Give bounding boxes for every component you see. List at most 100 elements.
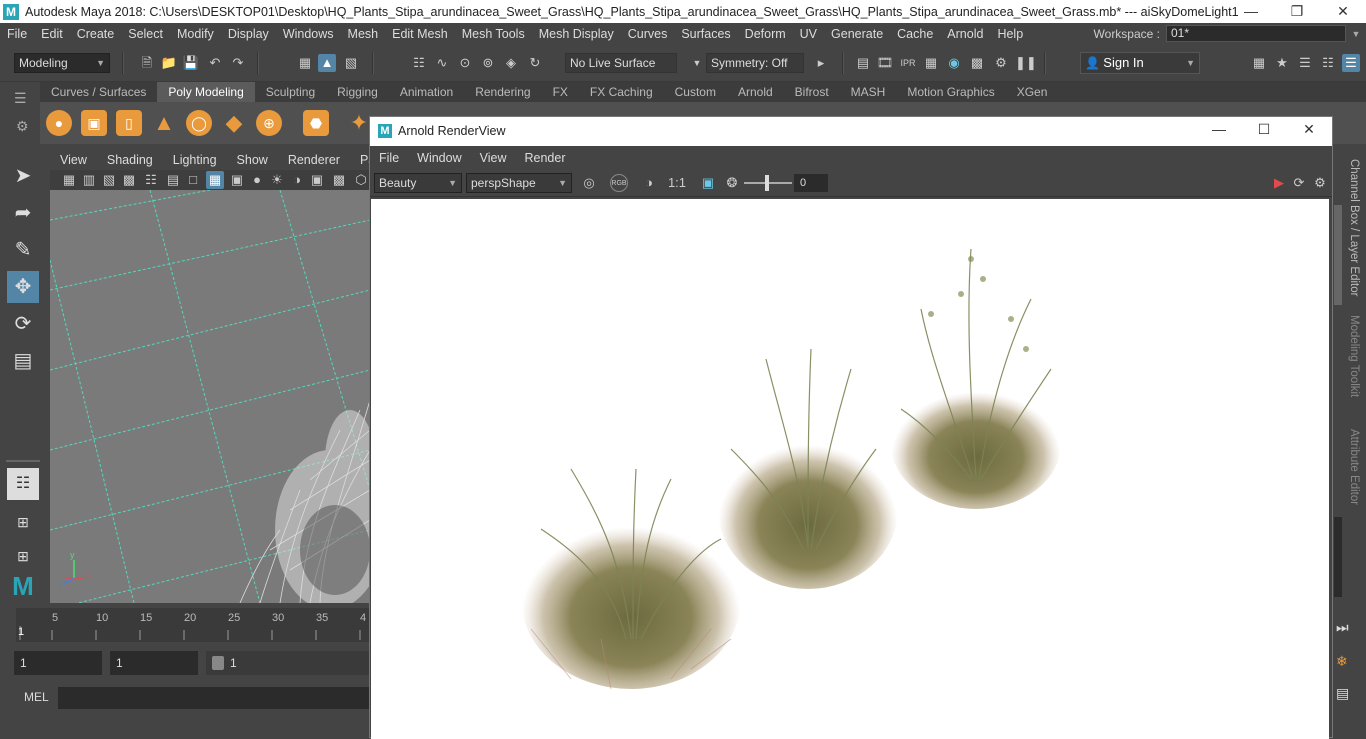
viewport-menu-lighting[interactable]: Lighting <box>163 150 227 170</box>
exposure-slider-handle[interactable] <box>765 175 769 191</box>
menu-mesh-tools[interactable]: Mesh Tools <box>455 27 532 41</box>
playback-start-field[interactable]: 1 <box>110 651 198 675</box>
image-plane-icon[interactable]: ▩ <box>120 171 138 189</box>
grid-toggle-icon[interactable]: ☷ <box>142 171 160 189</box>
menu-cache[interactable]: Cache <box>890 27 940 41</box>
go-to-end-icon[interactable]: ⏭ <box>1336 619 1349 636</box>
shadows-icon[interactable]: ◑ <box>288 171 306 189</box>
chevron-right-icon[interactable]: ▸ <box>812 54 830 72</box>
rgb-channel-icon[interactable]: RGB <box>610 174 628 192</box>
tab-arnold[interactable]: Arnold <box>727 82 784 102</box>
workspace-chevron-icon[interactable]: ▼ <box>1346 29 1366 39</box>
modeling-toolkit-icon[interactable]: ▦ <box>1250 54 1268 72</box>
poly-platonic-icon[interactable]: ⬣ <box>303 110 329 136</box>
tab-sculpting[interactable]: Sculpting <box>255 82 326 102</box>
auto-key-icon[interactable]: ❄ <box>1336 653 1348 670</box>
poly-torus-icon[interactable]: ◯ <box>186 110 212 136</box>
shelf-menu-icon[interactable]: ☰ <box>14 90 27 107</box>
scale-tool-icon[interactable]: ▤ <box>7 345 39 377</box>
render-view-icon[interactable]: ▦ <box>922 54 940 72</box>
tab-animation[interactable]: Animation <box>389 82 464 102</box>
new-scene-icon[interactable]: 🗎 <box>138 54 156 72</box>
poly-cube-icon[interactable]: ▣ <box>81 110 107 136</box>
render-play-icon[interactable]: ▶ <box>1270 174 1288 192</box>
refresh-render-icon[interactable]: ⟳ <box>1290 174 1308 192</box>
tab-curves-surfaces[interactable]: Curves / Surfaces <box>40 82 157 102</box>
chevron-down-icon[interactable]: ▼ <box>688 54 706 72</box>
textured-icon[interactable]: ● <box>248 171 266 189</box>
undo-icon[interactable]: ↶ <box>206 54 224 72</box>
snap-view-icon[interactable]: ⊚ <box>479 54 497 72</box>
tab-poly-modeling[interactable]: Poly Modeling <box>157 82 255 102</box>
command-input[interactable] <box>58 687 370 709</box>
range-slider-bar[interactable]: 1 <box>206 651 370 675</box>
light-editor-icon[interactable]: ⚙ <box>992 54 1010 72</box>
menu-display[interactable]: Display <box>221 27 276 41</box>
arv-minimize-button[interactable]: — <box>1204 121 1234 137</box>
viewport-menu-renderer[interactable]: Renderer <box>278 150 350 170</box>
snap-vertex-icon[interactable]: ↻ <box>526 54 544 72</box>
tab-custom[interactable]: Custom <box>664 82 727 102</box>
aov-dropdown[interactable]: Beauty ▼ <box>374 173 462 193</box>
ratio-1-1-button[interactable]: 1:1 <box>666 174 688 192</box>
tab-bifrost[interactable]: Bifrost <box>784 82 840 102</box>
menu-uv[interactable]: UV <box>793 27 824 41</box>
character-controls-icon[interactable]: ★ <box>1273 54 1291 72</box>
move-tool-icon[interactable]: ✥ <box>7 271 39 303</box>
tab-modeling-toolkit[interactable]: Modeling Toolkit <box>1348 315 1360 397</box>
live-surface-field[interactable]: No Live Surface <box>565 53 677 73</box>
menu-curves[interactable]: Curves <box>621 27 675 41</box>
lasso-tool-icon[interactable]: ➦ <box>7 197 39 229</box>
poly-cone-icon[interactable]: ▲ <box>151 110 177 136</box>
tab-rendering[interactable]: Rendering <box>464 82 541 102</box>
scrollbar-thumb[interactable] <box>1334 205 1342 305</box>
mel-label[interactable]: MEL <box>24 690 49 704</box>
menu-deform[interactable]: Deform <box>738 27 793 41</box>
arv-menu-file[interactable]: File <box>370 151 408 165</box>
arv-menu-render[interactable]: Render <box>516 151 575 165</box>
tab-attribute-editor[interactable]: Attribute Editor <box>1348 429 1360 505</box>
close-button[interactable]: ✕ <box>1320 0 1366 23</box>
symmetry-dropdown[interactable]: Symmetry: Off <box>706 53 804 73</box>
menuset-dropdown[interactable]: Modeling ▼ <box>14 53 110 73</box>
poly-sphere-icon[interactable]: ● <box>46 110 72 136</box>
start-frame-field[interactable]: 1 <box>14 651 102 675</box>
tab-fx[interactable]: FX <box>542 82 579 102</box>
arv-close-button[interactable]: ✕ <box>1294 121 1324 138</box>
tab-rigging[interactable]: Rigging <box>326 82 389 102</box>
select-hierarchy-icon[interactable]: ▦ <box>296 54 314 72</box>
animation-prefs-icon[interactable]: ▤ <box>1336 685 1349 702</box>
viewport-3d[interactable]: x y z <box>50 190 370 603</box>
tab-channel-box-layer-editor[interactable]: Channel Box / Layer Editor <box>1348 159 1360 296</box>
hypershade-icon[interactable]: ◉ <box>945 54 963 72</box>
tab-mash[interactable]: MASH <box>840 82 897 102</box>
menu-edit[interactable]: Edit <box>34 27 70 41</box>
cube-icon[interactable]: ⬡ <box>352 171 370 189</box>
snap-grid-icon[interactable]: ☷ <box>410 54 428 72</box>
bookmark-icon[interactable]: ▧ <box>100 171 118 189</box>
ipr-render-icon[interactable]: IPR <box>899 54 917 72</box>
scrollbar-track[interactable] <box>1334 517 1342 597</box>
camera-dropdown[interactable]: perspShape ▼ <box>466 173 572 193</box>
poly-cylinder-icon[interactable]: ▯ <box>116 110 142 136</box>
camera-attributes-icon[interactable]: ▥ <box>80 171 98 189</box>
menu-help[interactable]: Help <box>990 27 1030 41</box>
menu-generate[interactable]: Generate <box>824 27 890 41</box>
time-slider-track[interactable]: 5 10 15 20 25 30 35 4 1 <box>16 608 370 642</box>
menu-arnold[interactable]: Arnold <box>940 27 990 41</box>
channel-display-icon[interactable]: ◎ <box>580 174 598 192</box>
viewport-menu-shading[interactable]: Shading <box>97 150 163 170</box>
sign-in-button[interactable]: 👤 Sign In ▼ <box>1080 52 1200 74</box>
arv-maximize-button[interactable]: ☐ <box>1249 121 1279 138</box>
poly-disc-icon[interactable]: ⊕ <box>256 110 282 136</box>
save-scene-icon[interactable]: 💾 <box>182 54 200 72</box>
snap-surface-icon[interactable]: ◈ <box>502 54 520 72</box>
select-component-icon[interactable]: ▧ <box>342 54 360 72</box>
menu-file[interactable]: File <box>0 27 34 41</box>
four-view-layout-icon[interactable]: ⊞ <box>7 506 39 538</box>
menu-windows[interactable]: Windows <box>276 27 341 41</box>
menu-select[interactable]: Select <box>121 27 170 41</box>
time-slider[interactable]: 5 10 15 20 25 30 35 4 1 <box>0 606 370 644</box>
wireframe-icon[interactable]: ▦ <box>206 171 224 189</box>
range-handle[interactable] <box>212 656 224 670</box>
